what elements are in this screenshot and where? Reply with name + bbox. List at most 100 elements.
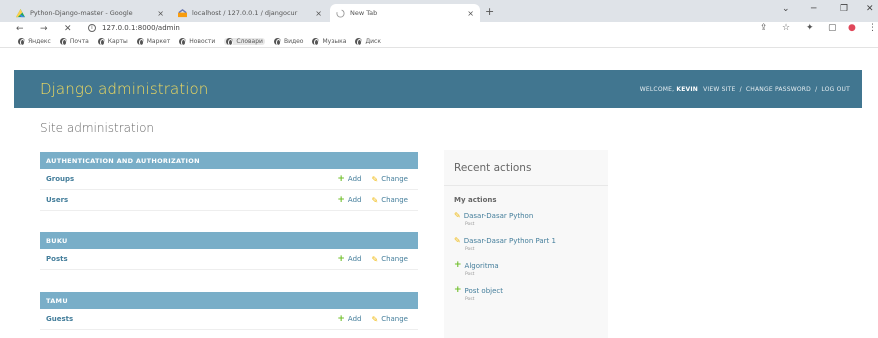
- bookmark-pochta[interactable]: Почта: [59, 38, 89, 46]
- recent-action-item: ✎ Dasar-Dasar Python Post: [444, 211, 608, 236]
- forward-button[interactable]: →: [40, 23, 48, 35]
- change-password-link[interactable]: CHANGE PASSWORD: [746, 86, 811, 93]
- google-drive-icon: [16, 8, 25, 17]
- close-tab-icon[interactable]: ×: [311, 9, 322, 18]
- add-posts-button[interactable]: + Add: [337, 254, 362, 264]
- tab-new-tab[interactable]: New Tab ×: [330, 4, 480, 22]
- separator: /: [815, 85, 818, 93]
- bookmark-label: Карты: [107, 38, 128, 45]
- globe-icon: [273, 38, 281, 46]
- model-row-posts: Posts + Add ✎ Change: [40, 249, 418, 270]
- recent-action-link[interactable]: + Algoritma: [454, 261, 608, 270]
- module-caption[interactable]: Tamu: [40, 292, 418, 309]
- tab-phpmyadmin[interactable]: localhost / 127.0.0.1 / djangocur ×: [172, 4, 328, 22]
- back-button[interactable]: ←: [16, 23, 24, 35]
- tab-python-django[interactable]: Python-Django-master - Google ×: [10, 4, 170, 22]
- recent-action-text: Algoritma: [464, 261, 499, 270]
- tab-title: localhost / 127.0.0.1 / djangocur: [192, 9, 298, 17]
- model-link-guests[interactable]: Guests: [40, 315, 337, 323]
- sidebar-icon[interactable]: ▢: [828, 23, 837, 33]
- user-tools: WELCOME, KEVIN VIEW SITE / CHANGE PASSWO…: [640, 86, 850, 93]
- globe-icon: [59, 38, 67, 46]
- globe-icon: [355, 38, 363, 46]
- share-icon[interactable]: ⇪: [760, 23, 768, 33]
- model-link-users[interactable]: Users: [40, 196, 337, 204]
- recent-action-text: Dasar-Dasar Python Part 1: [463, 236, 556, 245]
- module-auth: Authentication and Authorization Groups …: [40, 152, 418, 211]
- plus-icon: +: [337, 313, 345, 324]
- bookmark-novosti[interactable]: Новости: [179, 38, 216, 46]
- globe-icon: [312, 38, 320, 46]
- profile-avatar-icon[interactable]: ●: [848, 23, 856, 33]
- view-site-link[interactable]: VIEW SITE: [703, 86, 735, 93]
- model-link-groups[interactable]: Groups: [40, 175, 337, 183]
- module-caption[interactable]: Authentication and Authorization: [40, 152, 418, 169]
- info-icon[interactable]: i: [88, 24, 96, 32]
- change-label: Change: [381, 196, 408, 204]
- globe-icon: [179, 38, 187, 46]
- close-window-button[interactable]: ✕: [866, 4, 874, 14]
- module-buku: Buku Posts + Add ✎ Change: [40, 232, 418, 270]
- add-users-button[interactable]: + Add: [337, 195, 361, 205]
- bookmark-video[interactable]: Видео: [273, 38, 304, 46]
- minimize-button[interactable]: ─: [811, 4, 816, 14]
- close-tab-icon[interactable]: ×: [153, 9, 164, 18]
- close-tab-icon[interactable]: ×: [463, 9, 474, 18]
- address-bar[interactable]: i 127.0.0.1:8000/admin: [88, 24, 180, 32]
- add-label: Add: [347, 255, 362, 263]
- bookmark-yandex[interactable]: Яндекс: [18, 38, 51, 46]
- bookmark-muzyka[interactable]: Музыка: [312, 38, 347, 46]
- bookmarks-bar: Яндекс Почта Карты Маркет Новости Словар…: [0, 36, 878, 48]
- log-out-link[interactable]: LOG OUT: [821, 86, 850, 93]
- change-groups-button[interactable]: ✎ Change: [371, 175, 408, 184]
- welcome-text: WELCOME,: [639, 85, 675, 93]
- browser-tab-strip: Python-Django-master - Google × localhos…: [0, 0, 878, 22]
- bookmark-label: Музыка: [322, 38, 347, 45]
- recent-action-text: Post object: [464, 286, 503, 295]
- pencil-icon: ✎: [371, 254, 379, 264]
- model-link-posts[interactable]: Posts: [40, 255, 337, 263]
- bookmark-karty[interactable]: Карты: [97, 38, 128, 46]
- maximize-button[interactable]: ❐: [840, 4, 848, 14]
- recent-action-item: + Post object Post: [444, 286, 608, 311]
- model-row-users: Users + Add ✎ Change: [40, 190, 418, 211]
- username: KEVIN: [676, 85, 698, 93]
- change-posts-button[interactable]: ✎ Change: [371, 255, 408, 264]
- bookmark-disk[interactable]: Диск: [355, 38, 381, 46]
- bookmark-label: Видео: [283, 38, 304, 45]
- page-title: Site administration: [40, 121, 155, 135]
- recent-action-type: Post: [465, 297, 475, 302]
- stop-button[interactable]: ✕: [64, 23, 72, 35]
- module-caption[interactable]: Buku: [40, 232, 418, 249]
- change-label: Change: [381, 255, 408, 263]
- change-label: Change: [381, 175, 408, 183]
- bookmark-star-icon[interactable]: ☆: [782, 23, 790, 33]
- plus-icon: +: [454, 285, 462, 295]
- recent-action-type: Post: [465, 272, 475, 277]
- change-users-button[interactable]: ✎ Change: [371, 196, 408, 205]
- pencil-icon: ✎: [371, 174, 379, 184]
- extensions-icon[interactable]: ✦: [806, 23, 814, 33]
- recent-action-type: Post: [465, 222, 475, 227]
- module-tamu: Tamu Guests + Add ✎ Change: [40, 292, 418, 330]
- bookmark-label: Яндекс: [28, 38, 51, 45]
- globe-icon: [97, 38, 105, 46]
- recent-action-link[interactable]: + Post object: [454, 286, 608, 295]
- bookmark-label: Диск: [365, 38, 381, 45]
- new-tab-button[interactable]: +: [485, 5, 494, 18]
- pencil-icon: ✎: [454, 211, 461, 220]
- bookmark-market[interactable]: Маркет: [136, 38, 171, 46]
- bookmark-label: Новости: [189, 38, 216, 45]
- pencil-icon: ✎: [454, 236, 461, 245]
- change-guests-button[interactable]: ✎ Change: [371, 315, 408, 324]
- tab-search-icon[interactable]: ⌄: [782, 4, 790, 14]
- add-guests-button[interactable]: + Add: [337, 313, 361, 324]
- bookmark-slovari[interactable]: Словари: [224, 38, 265, 46]
- site-branding[interactable]: Django administration: [40, 80, 208, 98]
- recent-actions-panel: Recent actions My actions ✎ Dasar-Dasar P…: [444, 150, 608, 338]
- recent-action-link[interactable]: ✎ Dasar-Dasar Python Part 1: [454, 236, 608, 245]
- add-groups-button[interactable]: + Add: [337, 174, 361, 184]
- bookmark-label: Маркет: [146, 38, 171, 45]
- menu-icon[interactable]: ⋮: [868, 23, 877, 33]
- recent-action-link[interactable]: ✎ Dasar-Dasar Python: [454, 211, 608, 220]
